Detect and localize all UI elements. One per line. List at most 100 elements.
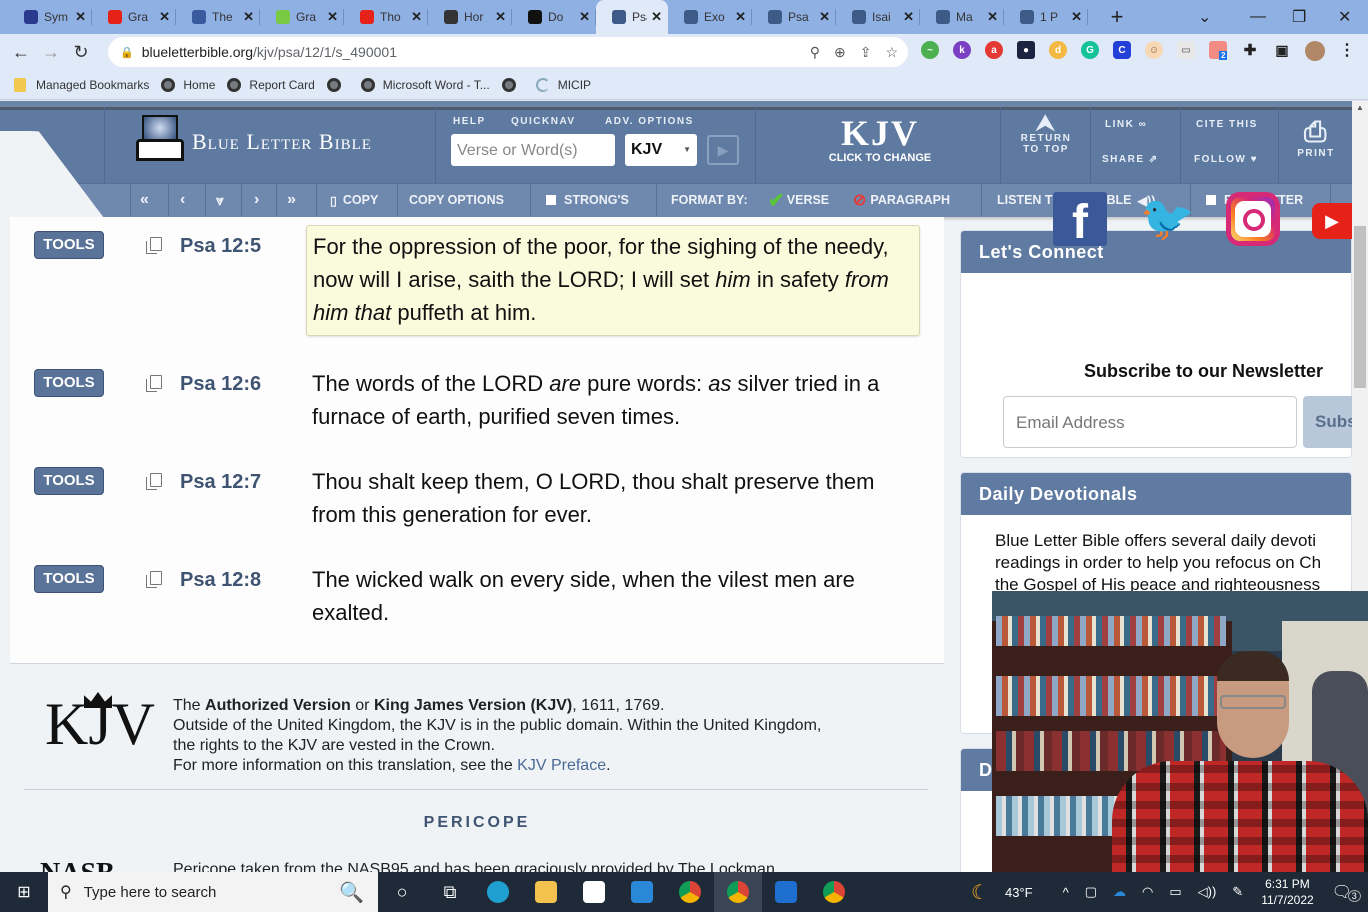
browser-tab[interactable]: Sym ✕ (8, 0, 92, 34)
verse-reference[interactable]: Psa 12:5 (180, 235, 261, 258)
weather-temp[interactable]: 43°F (1005, 885, 1033, 900)
verse-reference[interactable]: Psa 12:6 (180, 373, 261, 396)
verse-reference[interactable]: Psa 12:7 (180, 471, 261, 494)
email-input[interactable]: Email Address (1003, 396, 1297, 448)
tools-button[interactable]: TOOLS (34, 369, 104, 397)
close-tab-icon[interactable]: ✕ (1071, 9, 1082, 25)
browser-tab[interactable]: Do ✕ (512, 0, 596, 34)
forward-button[interactable]: → (36, 42, 66, 63)
menu-kebab-icon[interactable]: ⋮ (1338, 41, 1356, 59)
store-icon[interactable] (570, 872, 618, 912)
bookmark-item[interactable]: Microsoft Word - T... (360, 77, 490, 92)
bookmark-item[interactable]: Managed Bookmarks (14, 77, 149, 92)
last-chapter-button[interactable]: » (287, 190, 296, 210)
close-tab-icon[interactable]: ✕ (159, 9, 170, 25)
extension-badge-icon[interactable]: 2 (1209, 41, 1228, 60)
close-tab-icon[interactable]: ✕ (819, 9, 830, 25)
close-tab-icon[interactable]: ✕ (495, 9, 506, 25)
link-button[interactable]: LINK ∞ (1105, 119, 1147, 130)
minimize-button[interactable]: — (1250, 0, 1266, 34)
chrome-icon[interactable] (810, 872, 858, 912)
extension-k-icon[interactable]: k (953, 41, 971, 59)
browser-tab[interactable]: 1 P ✕ (1004, 0, 1088, 34)
format-paragraph-option[interactable]: ⊘ PARAGRAPH (853, 190, 950, 210)
copy-verse-icon[interactable] (146, 375, 162, 392)
zoom-icon[interactable]: ⊕ (834, 44, 846, 61)
browser-tab[interactable]: Gra ✕ (260, 0, 344, 34)
close-window-button[interactable]: ✕ (1338, 0, 1351, 34)
edge-icon[interactable] (474, 872, 522, 912)
side-panel-icon[interactable]: ▣ (1273, 41, 1291, 59)
verse-search-input[interactable]: Verse or Word(s) (451, 134, 615, 166)
strongs-toggle[interactable]: STRONG'S (546, 190, 629, 210)
version-change-button[interactable]: KJV CLICK TO CHANGE (820, 114, 940, 164)
taskbar-search[interactable]: ⚲ Type here to search 🔍 (48, 872, 378, 912)
help-link[interactable]: HELP (453, 116, 486, 127)
follow-button[interactable]: FOLLOW ♥ (1194, 154, 1258, 165)
browser-tab[interactable]: The ✕ (176, 0, 260, 34)
extensions-puzzle-icon[interactable]: ✚ (1241, 41, 1259, 59)
extension-c-icon[interactable]: C (1113, 41, 1131, 59)
site-logo[interactable]: Blue Letter Bible (134, 113, 372, 171)
tab-search-icon[interactable]: ⌄ (1198, 0, 1211, 34)
wifi-icon[interactable]: ◠ (1142, 884, 1153, 900)
close-tab-icon[interactable]: ✕ (411, 9, 422, 25)
copy-verse-icon[interactable] (146, 237, 162, 254)
location-icon[interactable]: ⚲ (810, 44, 820, 61)
browser-tab[interactable]: Hor ✕ (428, 0, 512, 34)
browser-tab[interactable]: Gra ✕ (92, 0, 176, 34)
browser-tab[interactable]: Ma ✕ (920, 0, 1004, 34)
close-tab-icon[interactable]: ✕ (651, 9, 662, 25)
profile-avatar[interactable] (1305, 41, 1325, 61)
instagram-icon[interactable] (1226, 192, 1280, 246)
close-tab-icon[interactable]: ✕ (579, 9, 590, 25)
bookmark-item[interactable] (501, 77, 524, 92)
media-app-icon[interactable] (762, 872, 810, 912)
chapter-list-button[interactable]: ⩔ (216, 190, 224, 210)
share-button[interactable]: SHARE ⇗ (1102, 154, 1159, 165)
pen-icon[interactable]: ✎ (1232, 884, 1243, 900)
scroll-up-arrow-icon[interactable]: ▲ (1356, 103, 1364, 112)
print-button[interactable]: ⎙ PRINT (1294, 116, 1338, 159)
share-icon[interactable]: ⇪ (860, 44, 872, 61)
browser-tab[interactable]: Exo ✕ (668, 0, 752, 34)
close-tab-icon[interactable]: ✕ (903, 9, 914, 25)
close-tab-icon[interactable]: ✕ (735, 9, 746, 25)
extension-icon[interactable]: ~ (921, 41, 939, 59)
back-button[interactable]: ← (6, 42, 36, 63)
adv-options-link[interactable]: ADV. OPTIONS (605, 116, 694, 127)
youtube-icon[interactable]: ▶ (1312, 203, 1352, 239)
cite-this-button[interactable]: CITE THIS (1196, 119, 1258, 130)
return-to-top-button[interactable]: ⮝ RETURN TO TOP (1018, 112, 1074, 156)
copy-options-button[interactable]: COPY OPTIONS (409, 190, 504, 210)
close-tab-icon[interactable]: ✕ (987, 9, 998, 25)
verse-reference[interactable]: Psa 12:8 (180, 569, 261, 592)
twitter-icon[interactable]: 🐦 (1140, 192, 1195, 246)
bookmark-star-icon[interactable]: ☆ (885, 44, 898, 61)
close-tab-icon[interactable]: ✕ (327, 9, 338, 25)
close-tab-icon[interactable]: ✕ (243, 9, 254, 25)
copy-verse-icon[interactable] (146, 571, 162, 588)
mail-icon[interactable] (618, 872, 666, 912)
first-chapter-button[interactable]: « (140, 190, 149, 210)
facebook-icon[interactable]: f (1053, 192, 1107, 249)
clock[interactable]: 6:31 PM 11/7/2022 (1261, 876, 1314, 908)
task-view-icon[interactable]: ⧉ (426, 872, 474, 912)
extension-icon[interactable]: a (985, 41, 1003, 59)
copy-button[interactable]: ▯ COPY (330, 190, 378, 210)
copy-verse-icon[interactable] (146, 473, 162, 490)
browser-tab[interactable]: Tho ✕ (344, 0, 428, 34)
quicknav-link[interactable]: QUICKNAV (511, 116, 576, 127)
browser-tab[interactable]: Psa ✕ (596, 0, 668, 34)
meet-now-icon[interactable]: ▢ (1085, 884, 1097, 900)
cortana-icon[interactable]: ○ (378, 872, 426, 912)
new-tab-button[interactable]: + (1102, 4, 1132, 30)
browser-tab[interactable]: Isai ✕ (836, 0, 920, 34)
address-bar[interactable]: 🔒 blueletterbible.org/kjv/psa/12/1/s_490… (108, 37, 908, 67)
bookmark-item[interactable]: Report Card (227, 77, 315, 92)
close-tab-icon[interactable]: ✕ (75, 9, 86, 25)
battery-icon[interactable]: ▭ (1169, 884, 1181, 900)
search-go-button[interactable]: ▶ (707, 135, 739, 165)
moon-weather-icon[interactable]: ☾ (971, 880, 989, 905)
kjv-preface-link[interactable]: KJV Preface (517, 757, 606, 774)
